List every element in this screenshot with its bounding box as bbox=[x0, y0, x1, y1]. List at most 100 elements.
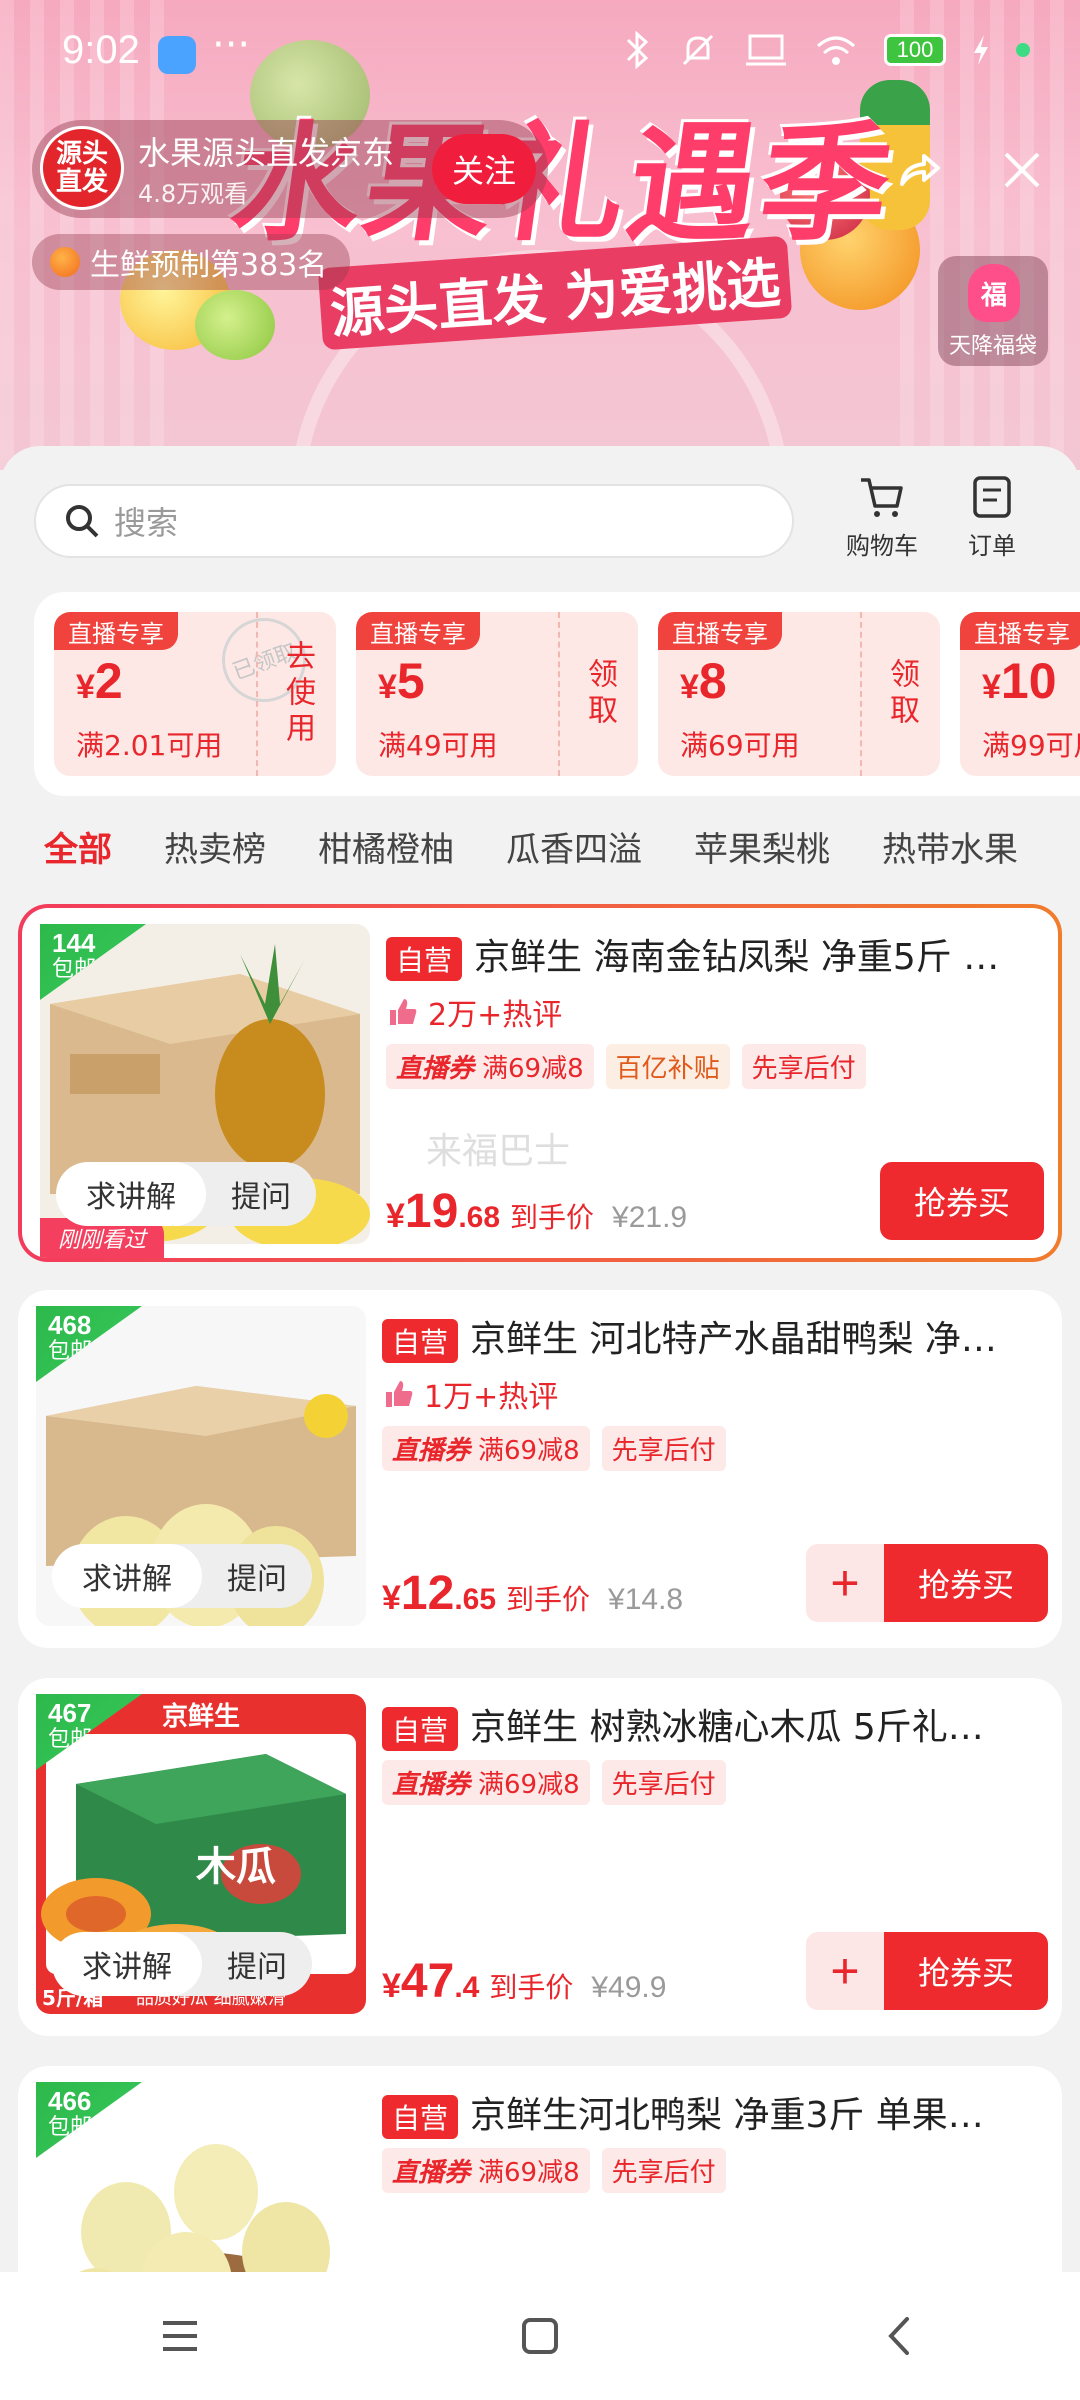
subsidy-tag: 百亿补贴 bbox=[605, 1044, 730, 1089]
product-price: ¥ 19 .68 到手价 ¥21.9 bbox=[386, 1185, 688, 1238]
promo-tags: 直播券 满69减8 先享后付 bbox=[382, 1760, 726, 1805]
coupon-amount: ¥8 bbox=[680, 653, 727, 709]
product-title: 自营 京鲜生 树熟冰糖心木瓜 5斤礼… bbox=[382, 1698, 1042, 1751]
shop-logo-text: 直发 bbox=[55, 167, 108, 197]
self-operated-badge: 自营 bbox=[382, 1319, 459, 1363]
cart-icon bbox=[861, 478, 903, 517]
promo-tags: 直播券 满69减8 先享后付 bbox=[382, 1426, 726, 1471]
status-bar: 9:02 ··· 100 bbox=[0, 0, 1080, 100]
tab-apple-pear-peach[interactable]: 苹果梨桃 bbox=[694, 822, 830, 871]
explain-group: 求讲解 提问 bbox=[52, 1544, 312, 1608]
orders-icon bbox=[973, 476, 1011, 518]
thumbs-up-icon bbox=[386, 1381, 413, 1407]
orders-label: 订单 bbox=[968, 532, 1016, 560]
coupon-card[interactable]: 直播专享 ¥2 满2.01可用 已领取 去使用 bbox=[54, 612, 336, 776]
laptop-icon bbox=[746, 34, 786, 66]
tab-tropical[interactable]: 热带水果 bbox=[882, 822, 1018, 871]
product-price: ¥ 12 .65 到手价 ¥14.8 bbox=[382, 1567, 684, 1620]
ranking-text: 生鲜预制第383名 bbox=[90, 248, 328, 283]
follow-button[interactable]: 关注 bbox=[432, 134, 536, 204]
tab-melons[interactable]: 瓜香四溢 bbox=[506, 822, 642, 871]
coupon-card[interactable]: 直播专享 ¥5 满49可用 领取 bbox=[356, 612, 638, 776]
product-price: ¥ 47 .4 到手价 ¥49.9 bbox=[382, 1955, 667, 2008]
live-coupon-tag: 直播券 满69减8 bbox=[382, 1426, 590, 1471]
lucky-bag-button[interactable]: 福 天降福袋 bbox=[938, 256, 1048, 366]
charging-icon bbox=[974, 35, 988, 65]
coupon-condition: 满99可用 bbox=[982, 729, 1080, 762]
review-count: 2万+热评 bbox=[388, 990, 562, 1034]
buy-with-coupon-button[interactable]: 抢券买 bbox=[880, 1162, 1044, 1240]
orders-button[interactable]: 订单 bbox=[942, 474, 1042, 561]
pay-later-tag: 先享后付 bbox=[601, 2148, 726, 2193]
coupon-tag: 直播专享 bbox=[54, 612, 178, 650]
shop-avatar[interactable]: 源头 直发 bbox=[40, 126, 124, 210]
close-icon[interactable] bbox=[992, 140, 1052, 200]
claim-coupon-button[interactable]: 领取 bbox=[860, 612, 940, 776]
self-operated-badge: 自营 bbox=[386, 937, 463, 981]
coupon-carousel[interactable]: 直播专享 ¥2 满2.01可用 已领取 去使用 直播专享 ¥5 满49可用 领取… bbox=[34, 592, 1080, 796]
promo-tags: 直播券 满69减8 百亿补贴 先享后付 bbox=[386, 1044, 866, 1089]
shop-logo-text: 源头 bbox=[55, 139, 108, 169]
coupon-tag: 直播专享 bbox=[960, 612, 1080, 650]
mute-icon bbox=[682, 34, 714, 66]
lucky-bag-label: 天降福袋 bbox=[948, 334, 1037, 359]
product-title: 自营 京鲜生 海南金钻凤梨 净重5斤 … bbox=[386, 928, 1046, 981]
system-nav-bar bbox=[0, 2272, 1080, 2400]
coupon-amount: ¥5 bbox=[378, 653, 425, 709]
coupon-card[interactable]: 直播专享 ¥10 满99可用 bbox=[960, 612, 1080, 776]
product-card[interactable]: 468 包邮 求讲解 提问 自营 京鲜生 河北特产水晶甜鸭梨 净… 1万+热评 直播… bbox=[18, 1290, 1062, 1648]
share-icon[interactable] bbox=[890, 140, 950, 200]
home-icon[interactable] bbox=[515, 2311, 565, 2361]
product-card[interactable]: 144 包邮 求讲解 提问 刚刚看过 自营 京鲜生 海南金钻凤梨 净重5斤 … 2万… bbox=[18, 904, 1062, 1262]
pay-later-tag: 先享后付 bbox=[601, 1426, 726, 1471]
request-explain-button[interactable]: 求讲解 bbox=[56, 1162, 206, 1226]
pay-later-tag: 先享后付 bbox=[741, 1044, 866, 1089]
buy-with-coupon-button[interactable]: 抢券买 bbox=[884, 1932, 1048, 2010]
status-time: 9:02 bbox=[62, 28, 140, 72]
request-explain-button[interactable]: 求讲解 bbox=[52, 1932, 202, 1996]
battery-icon: 100 bbox=[884, 34, 946, 66]
review-count: 1万+热评 bbox=[384, 1372, 558, 1416]
lucky-bag-icon: 福 bbox=[968, 264, 1020, 322]
back-icon[interactable] bbox=[875, 2311, 925, 2361]
claim-coupon-button[interactable]: 领取 bbox=[558, 612, 638, 776]
privacy-dot-icon bbox=[1016, 43, 1030, 57]
grapes-image bbox=[195, 290, 275, 360]
notification-app-icon bbox=[158, 36, 196, 74]
coupon-condition: 满2.01可用 bbox=[76, 729, 223, 762]
explain-group: 求讲解 提问 bbox=[56, 1162, 316, 1226]
coupon-card[interactable]: 直播专享 ¥8 满69可用 领取 bbox=[658, 612, 940, 776]
search-input[interactable]: 搜索 bbox=[34, 484, 794, 558]
product-card[interactable]: 京鲜生 木瓜 5斤/箱 品质好瓜 细腻嫩滑 467 包邮 求讲解 提问 自营 京鲜生… bbox=[18, 1678, 1062, 2036]
tab-bestsellers[interactable]: 热卖榜 bbox=[164, 822, 266, 871]
tab-all[interactable]: 全部 bbox=[44, 822, 112, 871]
product-title: 自营 京鲜生 河北特产水晶甜鸭梨 净… bbox=[382, 1310, 1042, 1363]
orange-icon bbox=[50, 247, 80, 277]
coupon-tag: 直播专享 bbox=[658, 612, 782, 650]
cart-label: 购物车 bbox=[846, 532, 918, 560]
product-title: 自营 京鲜生河北鸭梨 净重3斤 单果… bbox=[382, 2086, 1042, 2139]
more-notifications-icon: ··· bbox=[212, 22, 251, 68]
buy-with-coupon-button[interactable]: 抢券买 bbox=[884, 1544, 1048, 1622]
pay-later-tag: 先享后付 bbox=[601, 1760, 726, 1805]
shop-name: 水果源头直发京东 bbox=[138, 134, 395, 172]
add-to-cart-button[interactable]: + bbox=[806, 1932, 884, 2010]
category-tabs: 全部 热卖榜 柑橘橙柚 瓜香四溢 苹果梨桃 热带水果 bbox=[44, 822, 1070, 871]
coupon-amount: ¥2 bbox=[76, 653, 123, 709]
use-coupon-button[interactable]: 去使用 bbox=[256, 612, 336, 776]
bluetooth-icon bbox=[626, 30, 649, 70]
request-explain-button[interactable]: 求讲解 bbox=[52, 1544, 202, 1608]
box-label: 木瓜 bbox=[196, 1844, 276, 1890]
cart-button[interactable]: 购物车 bbox=[832, 474, 932, 561]
ranking-badge[interactable]: 生鲜预制第383名 bbox=[32, 234, 350, 290]
add-to-cart-button[interactable]: + bbox=[806, 1544, 884, 1622]
menu-icon[interactable] bbox=[155, 2311, 205, 2361]
self-operated-badge: 自营 bbox=[382, 1707, 459, 1751]
self-operated-badge: 自营 bbox=[382, 2095, 459, 2139]
tab-citrus[interactable]: 柑橘橙柚 bbox=[318, 822, 454, 871]
live-coupon-tag: 直播券 满69减8 bbox=[382, 2148, 590, 2193]
coupon-tag: 直播专享 bbox=[356, 612, 480, 650]
coupon-condition: 满69可用 bbox=[680, 729, 800, 762]
live-coupon-tag: 直播券 满69减8 bbox=[386, 1044, 594, 1089]
search-icon bbox=[66, 505, 99, 538]
